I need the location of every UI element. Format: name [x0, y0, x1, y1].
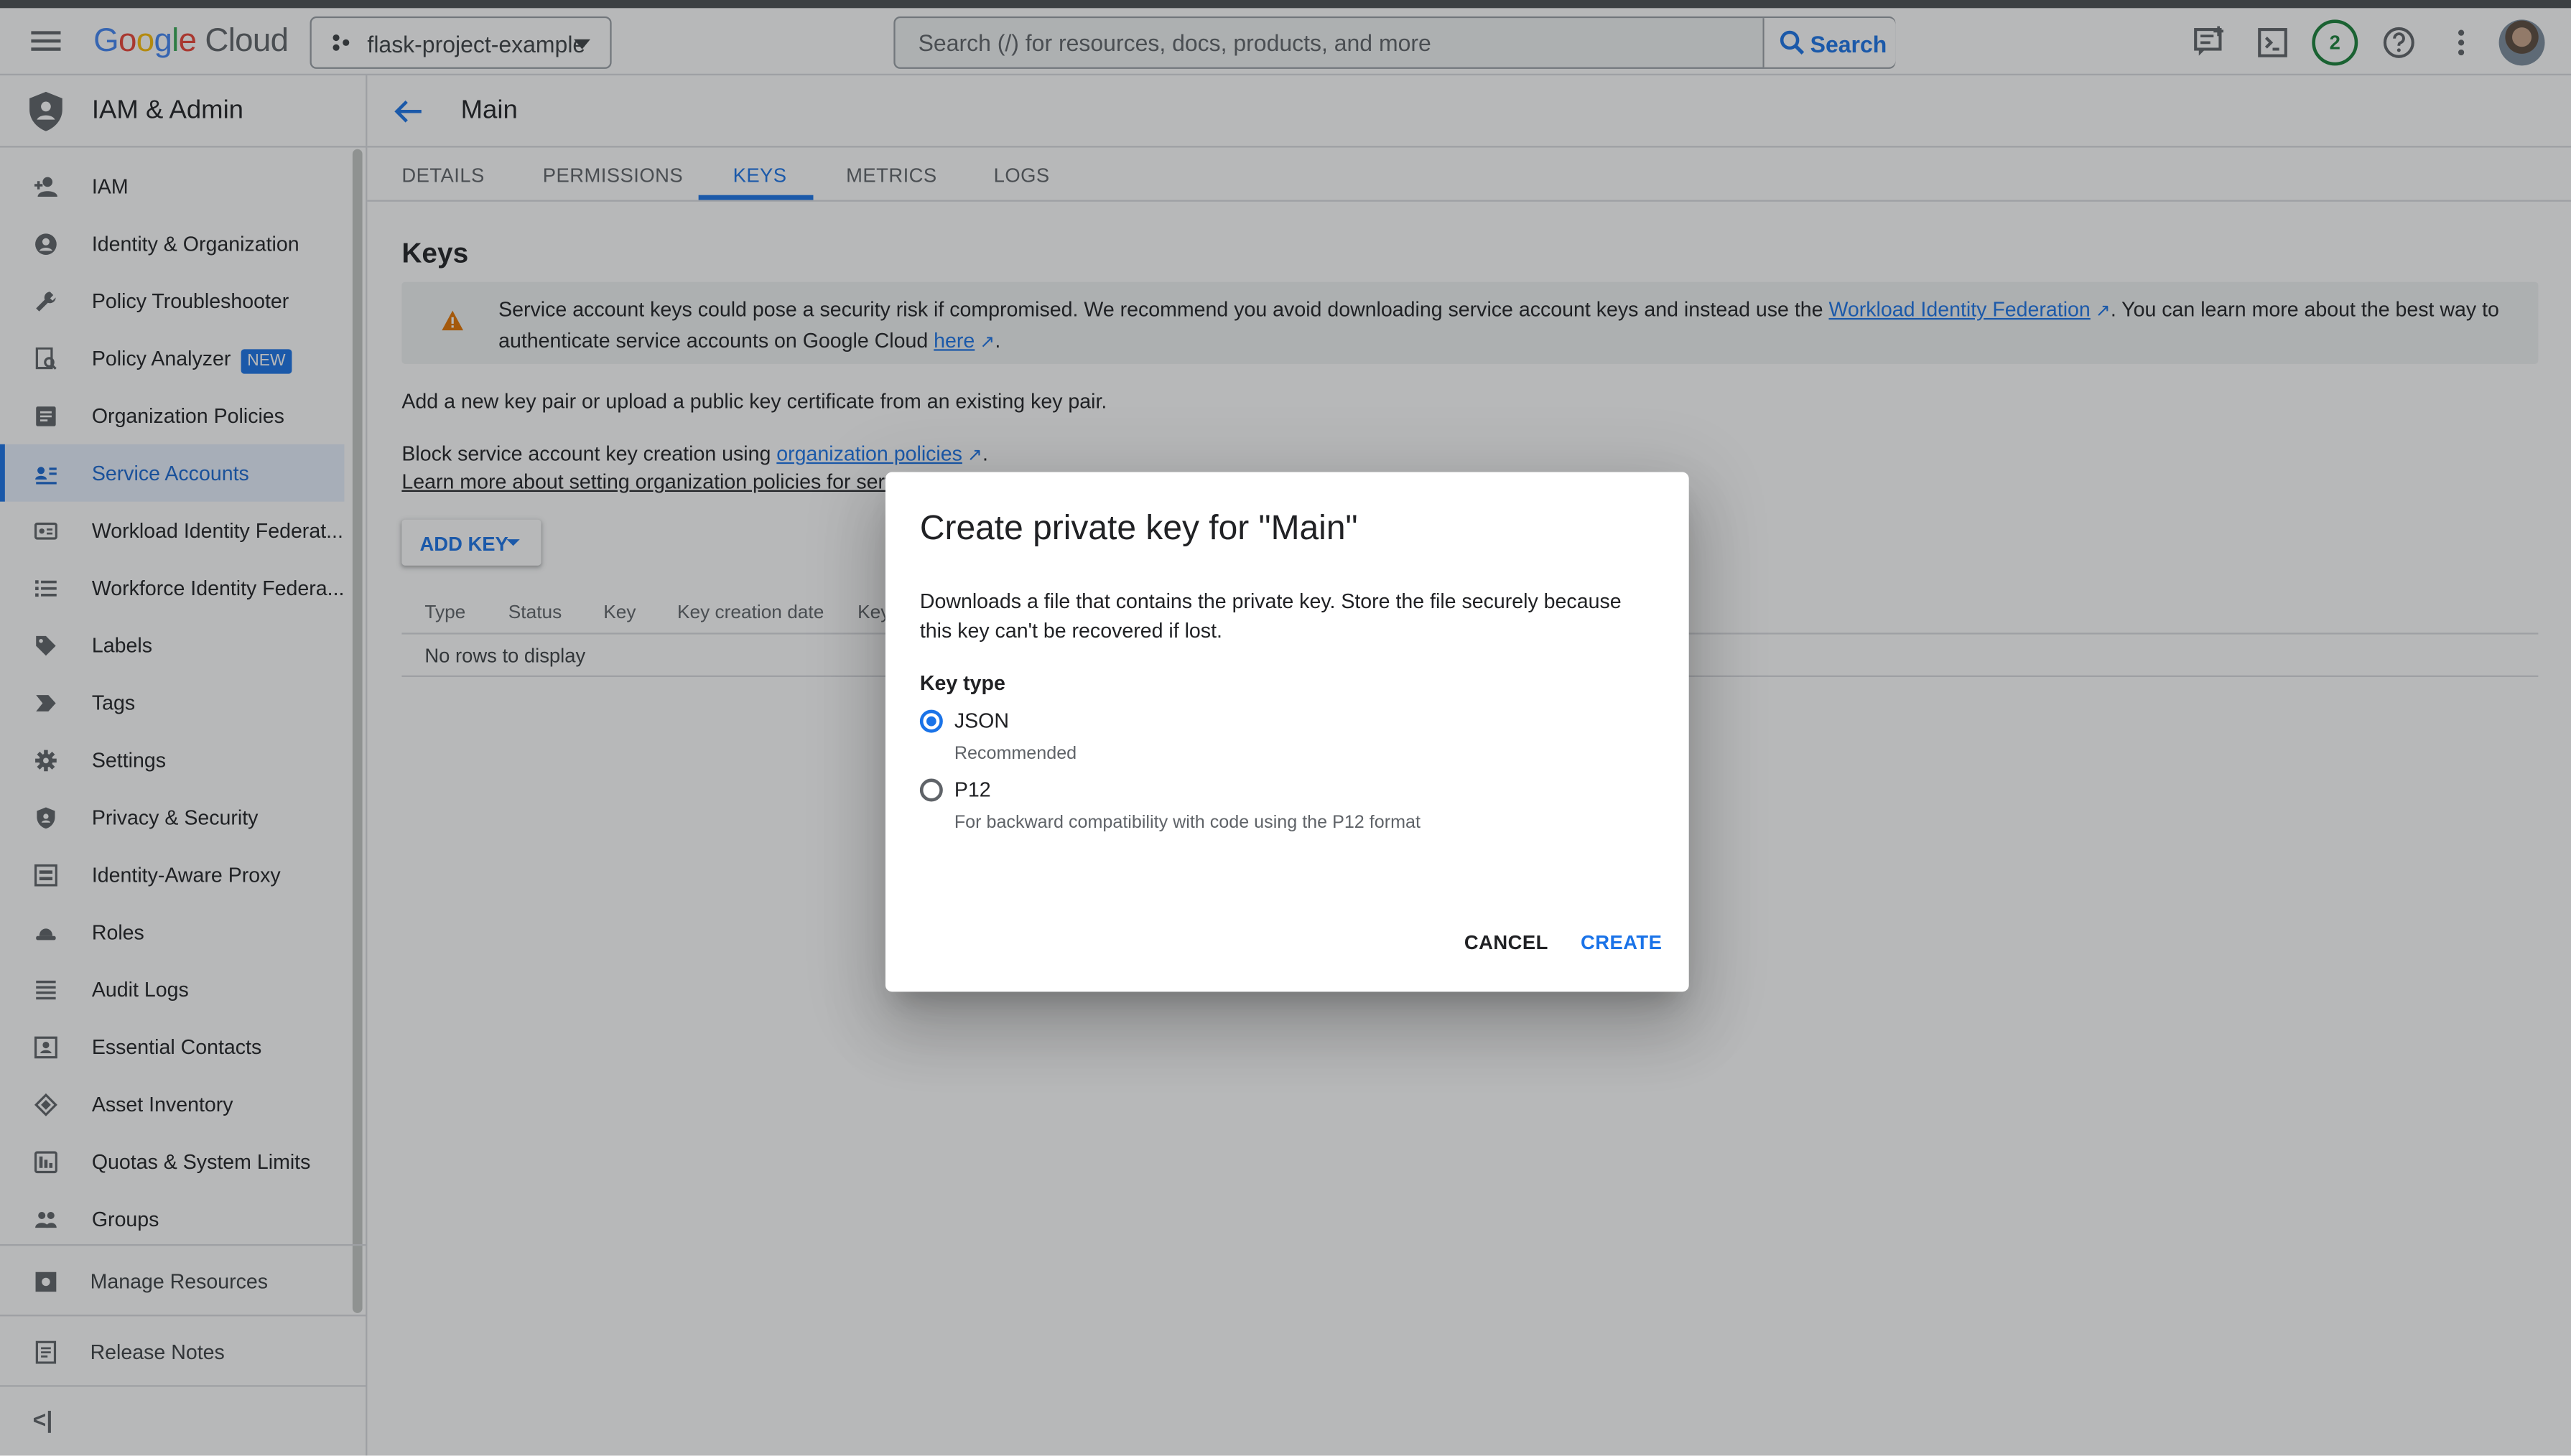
- p12-option-sublabel: For backward compatibility with code usi…: [954, 813, 1421, 833]
- cancel-button[interactable]: CANCEL: [1464, 931, 1548, 954]
- top-strip: [0, 0, 2571, 9]
- p12-option-label[interactable]: P12: [954, 779, 991, 802]
- dialog-title: Create private key for "Main": [919, 510, 1358, 548]
- json-option-label[interactable]: JSON: [954, 710, 1009, 733]
- dialog-description: Downloads a file that contains the priva…: [919, 589, 1622, 643]
- json-option-sublabel: Recommended: [954, 744, 1077, 764]
- json-radio[interactable]: [919, 709, 943, 733]
- p12-radio[interactable]: [919, 778, 943, 802]
- page: Google Cloud flask-project-example Searc…: [0, 0, 2571, 1456]
- create-button[interactable]: CREATE: [1581, 931, 1662, 954]
- key-type-label: Key type: [919, 672, 1005, 696]
- create-private-key-dialog: Create private key for "Main" Downloads …: [885, 472, 1689, 992]
